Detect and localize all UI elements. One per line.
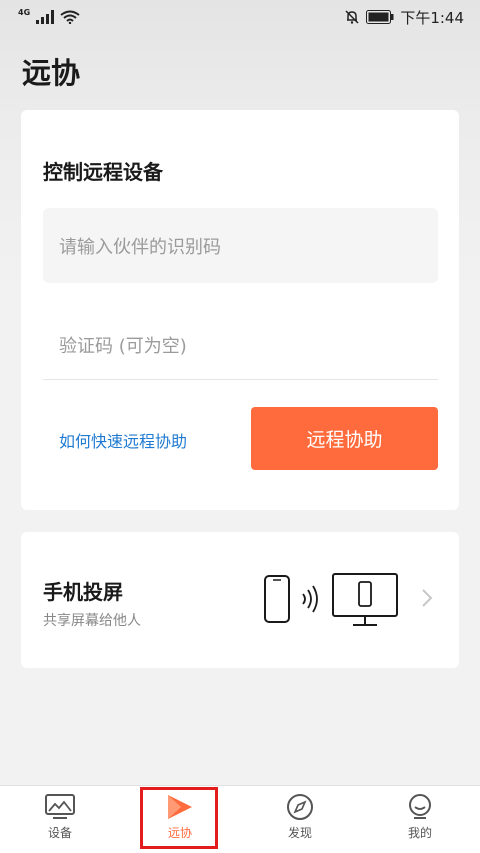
battery-icon xyxy=(366,10,394,24)
tab-label-devices: 设备 xyxy=(47,826,72,840)
cast-subtitle: 共享屏幕给他人 xyxy=(43,613,141,629)
remote-control-card: 控制远程设备 请输入伙伴的识别码 验证码 (可为空) 如何快速远程协助 远程协助 xyxy=(21,110,459,510)
screen-cast-card[interactable]: 手机投屏 共享屏幕给他人 xyxy=(21,532,459,668)
bell-off-icon xyxy=(345,10,359,24)
compass-icon xyxy=(287,794,313,820)
signal-icon xyxy=(36,10,55,24)
tab-label-discover: 发现 xyxy=(287,826,312,840)
help-link[interactable]: 如何快速远程协助 xyxy=(59,428,187,452)
wifi-icon xyxy=(60,10,80,24)
status-bar: 4G 下午1:44 xyxy=(0,0,480,34)
remote-card-title: 控制远程设备 xyxy=(43,160,163,184)
cast-title: 手机投屏 xyxy=(43,580,123,604)
tab-mine[interactable]: 我的 xyxy=(360,786,480,853)
tab-label-mine: 我的 xyxy=(407,826,432,840)
status-left: 4G xyxy=(18,7,80,24)
phone-to-monitor-icon xyxy=(264,573,398,626)
bottom-tab-bar: 设备 远协 发现 我的 xyxy=(0,785,480,853)
profile-icon xyxy=(409,794,431,819)
remote-assist-button[interactable]: 远程协助 xyxy=(251,407,438,470)
tab-devices[interactable]: 设备 xyxy=(0,786,120,853)
monitor-icon xyxy=(45,794,75,819)
tab-discover[interactable]: 发现 xyxy=(240,786,360,853)
verification-code-input[interactable]: 验证码 (可为空) xyxy=(43,310,438,380)
status-time: 下午1:44 xyxy=(400,8,464,27)
tab-highlight-box xyxy=(140,787,218,849)
partner-id-input[interactable]: 请输入伙伴的识别码 xyxy=(43,208,438,283)
page-title: 远协 xyxy=(22,56,81,90)
network-type: 4G xyxy=(18,7,31,17)
chevron-right-icon xyxy=(422,589,433,607)
status-right: 下午1:44 xyxy=(344,7,464,28)
